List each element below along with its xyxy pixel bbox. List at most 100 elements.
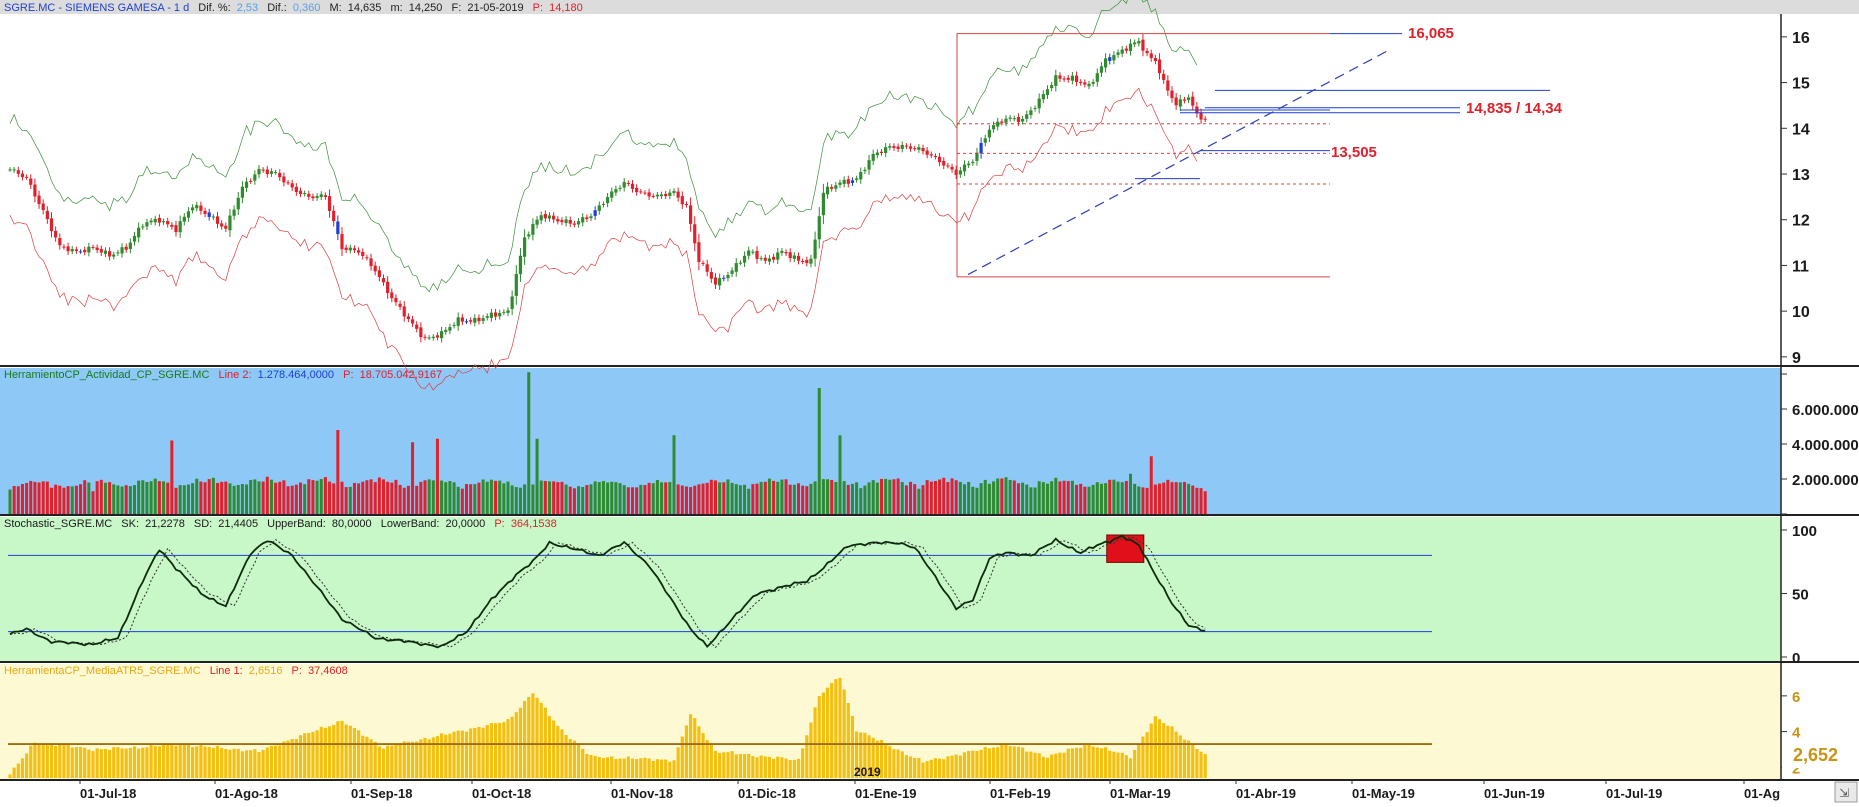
atr-bar bbox=[506, 719, 510, 778]
activity-bar bbox=[747, 488, 751, 514]
activity-bar bbox=[581, 486, 585, 514]
activity-bar bbox=[921, 485, 925, 514]
candle-body bbox=[639, 191, 643, 193]
price-tick-label: 15 bbox=[1792, 76, 1810, 93]
candle-body bbox=[655, 194, 659, 197]
candle-body bbox=[564, 219, 568, 223]
atr-bar bbox=[751, 756, 755, 778]
atr-bar bbox=[1116, 752, 1120, 778]
annotation-high: 16,065 bbox=[1408, 25, 1454, 42]
candle-body bbox=[705, 264, 709, 272]
candle-body bbox=[1133, 42, 1137, 45]
candle-body bbox=[261, 169, 265, 171]
candle-body bbox=[444, 329, 448, 332]
activity-bar bbox=[925, 480, 929, 514]
atr-bar bbox=[659, 759, 664, 778]
activity-bar bbox=[1058, 481, 1062, 514]
candle-body bbox=[153, 218, 157, 223]
chart-canvas[interactable]: SGRE.MC - SIEMENS GAMESA - 1 d Dif. %: 2… bbox=[0, 0, 1859, 807]
candle-body bbox=[863, 169, 867, 172]
atr-bar bbox=[933, 758, 938, 778]
activity-bar bbox=[585, 485, 589, 514]
candle-body bbox=[286, 182, 290, 184]
candle-body bbox=[83, 249, 87, 253]
activity-bar bbox=[958, 481, 962, 514]
activity-bar bbox=[776, 481, 780, 514]
activity-bar bbox=[103, 482, 107, 514]
activity-bar bbox=[141, 480, 145, 514]
candle-body bbox=[415, 324, 419, 329]
atr-bar bbox=[456, 730, 460, 778]
atr-bar bbox=[99, 749, 103, 778]
atr-bar bbox=[215, 745, 220, 778]
activity-bar bbox=[133, 485, 136, 514]
atr-bar bbox=[904, 755, 908, 778]
activity-bar bbox=[357, 483, 361, 514]
candle-body bbox=[1116, 52, 1120, 55]
atr-bar bbox=[643, 757, 647, 778]
atr-bar bbox=[606, 757, 610, 778]
atr-bar bbox=[45, 743, 49, 778]
activity-bar bbox=[448, 481, 452, 514]
activity-bar bbox=[1124, 480, 1128, 514]
activity-bar bbox=[74, 485, 78, 514]
candle-body bbox=[942, 160, 946, 166]
candle-body bbox=[112, 254, 116, 257]
candle-body bbox=[635, 187, 639, 193]
activity-bar bbox=[784, 479, 788, 514]
activity-bar bbox=[294, 484, 298, 514]
activity-bar bbox=[850, 483, 854, 514]
atr-bar bbox=[1087, 743, 1091, 778]
activity-bar bbox=[120, 486, 124, 514]
activity-bar bbox=[983, 479, 987, 514]
candle-body bbox=[33, 184, 37, 197]
activity-bar bbox=[16, 486, 20, 514]
atr-bar bbox=[20, 758, 25, 778]
activity-bar bbox=[809, 483, 813, 514]
atr-bar bbox=[1037, 753, 1041, 778]
atr-bar bbox=[722, 752, 726, 778]
candle-body bbox=[170, 224, 174, 227]
atr-bar bbox=[767, 756, 772, 778]
candle-body bbox=[825, 186, 830, 195]
candle-body bbox=[1025, 114, 1029, 119]
activity-bar bbox=[888, 479, 892, 514]
candle-body bbox=[1087, 83, 1091, 87]
atr-bar bbox=[83, 747, 87, 778]
candle-body bbox=[626, 182, 630, 184]
candle-body bbox=[319, 194, 323, 197]
activity-bar bbox=[664, 482, 668, 514]
activity-bar bbox=[655, 480, 659, 514]
atr-bar bbox=[195, 746, 199, 778]
activity-bar bbox=[361, 481, 365, 514]
candle-body bbox=[738, 262, 742, 264]
candle-body bbox=[186, 211, 191, 218]
activity-bar bbox=[801, 485, 805, 514]
candle-body bbox=[1137, 40, 1141, 44]
activity-bar bbox=[406, 485, 410, 514]
activity-bar bbox=[41, 481, 45, 514]
candle-body bbox=[784, 252, 788, 254]
atr-bar bbox=[1058, 752, 1062, 778]
atr-bar bbox=[481, 727, 485, 778]
candle-body bbox=[120, 247, 124, 254]
candle-body bbox=[1178, 99, 1182, 107]
candle-body bbox=[386, 281, 390, 294]
activity-bar bbox=[867, 482, 871, 514]
candle-body bbox=[672, 191, 676, 193]
atr-bar bbox=[1141, 736, 1145, 778]
activity-bar bbox=[91, 491, 95, 514]
atr-bar bbox=[805, 735, 809, 778]
atr-bar bbox=[971, 750, 975, 778]
atr-bar bbox=[1128, 758, 1133, 778]
candle-body bbox=[132, 235, 137, 242]
candle-body bbox=[842, 179, 846, 184]
activity-bar bbox=[826, 479, 830, 514]
atr-bar bbox=[900, 751, 904, 778]
atr-bar bbox=[203, 746, 207, 778]
activity-bar bbox=[149, 481, 153, 514]
activity-bar bbox=[709, 479, 713, 514]
atr-bar bbox=[357, 730, 361, 778]
candle-body bbox=[440, 331, 444, 339]
atr-bar bbox=[1199, 751, 1203, 778]
